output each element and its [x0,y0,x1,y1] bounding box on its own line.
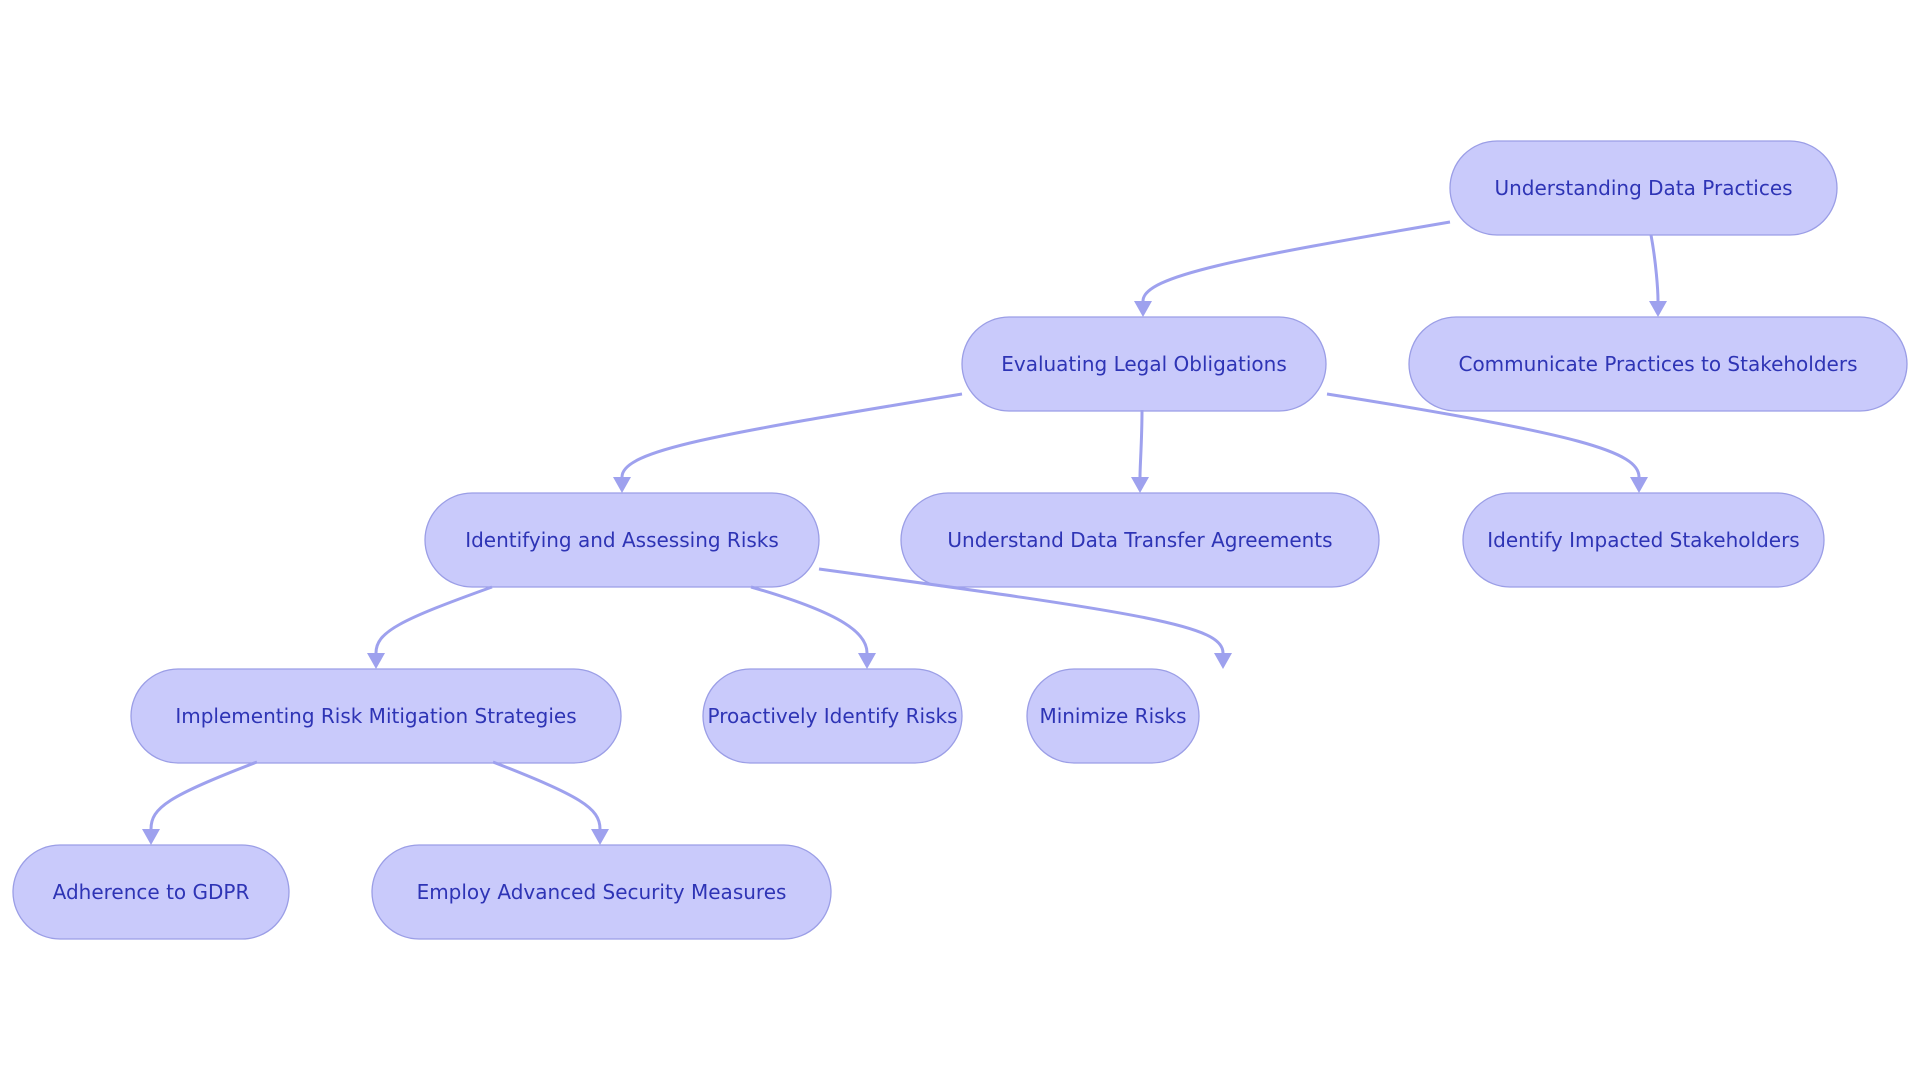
arrowhead-icon [591,829,609,845]
edge-line [620,392,963,478]
arrowhead-icon [367,653,385,669]
node-pir[interactable]: Proactively Identify Risks [702,668,963,764]
node-atg[interactable]: Adherence to GDPR [12,844,290,940]
arrowhead-icon [1134,301,1152,317]
edge-line [492,760,602,830]
arrowhead-icon [1131,477,1149,493]
edge-elo-to-udta [1131,409,1149,493]
node-cps[interactable]: Communicate Practices to Stakeholders [1408,316,1908,412]
node-label: Understand Data Transfer Agreements [947,528,1332,552]
arrowhead-icon [1649,301,1667,317]
edge-line [1649,234,1660,302]
flowchart-canvas: Understanding Data Practices Evaluating L… [12,140,1908,940]
node-iis[interactable]: Identify Impacted Stakeholders [1462,492,1825,588]
node-label: Identifying and Assessing Risks [465,528,779,552]
node-label: Communicate Practices to Stakeholders [1458,352,1857,376]
node-label: Minimize Risks [1039,704,1186,728]
edge-line [1138,409,1144,478]
edge-iar-to-irms [367,585,493,669]
arrowhead-icon [1214,653,1232,669]
node-iar[interactable]: Identifying and Assessing Risks [424,492,820,588]
edge-irms-to-easm [492,760,609,845]
edge-udp-to-elo [1134,220,1451,317]
node-label: Adherence to GDPR [53,880,250,904]
arrowhead-icon [613,477,631,493]
arrowhead-icon [142,829,160,845]
node-elo[interactable]: Evaluating Legal Obligations [961,316,1327,412]
node-easm[interactable]: Employ Advanced Security Measures [371,844,832,940]
node-udta[interactable]: Understand Data Transfer Agreements [900,492,1380,588]
node-label: Proactively Identify Risks [708,704,958,728]
node-udp[interactable]: Understanding Data Practices [1449,140,1838,236]
node-irms[interactable]: Implementing Risk Mitigation Strategies [130,668,622,764]
arrowhead-icon [858,653,876,669]
node-label: Implementing Risk Mitigation Strategies [175,704,576,728]
nodes-layer: Understanding Data Practices Evaluating L… [12,140,1908,940]
edge-iar-to-pir [750,585,876,669]
node-label: Evaluating Legal Obligations [1001,352,1287,376]
node-label: Identify Impacted Stakeholders [1487,528,1799,552]
arrowhead-icon [1630,477,1648,493]
node-label: Employ Advanced Security Measures [417,880,787,904]
edge-udp-to-cps [1649,234,1667,317]
node-label: Understanding Data Practices [1494,176,1792,200]
edge-line [149,760,258,830]
edge-line [374,585,493,654]
edge-line [750,585,869,654]
edge-irms-to-atg [142,760,258,845]
edge-elo-to-iar [613,392,963,493]
edge-line [1141,220,1451,302]
node-mr[interactable]: Minimize Risks [1026,668,1200,764]
